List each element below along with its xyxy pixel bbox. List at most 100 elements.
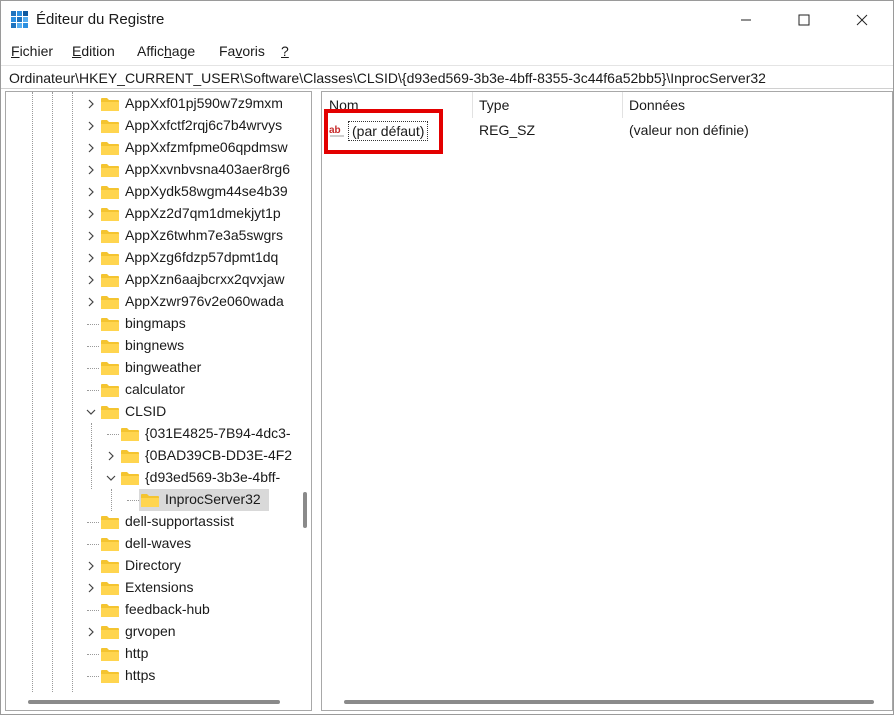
- chevron-right-icon[interactable]: [84, 115, 98, 137]
- tree-item[interactable]: AppXz2d7qm1dmekjyt1p: [6, 203, 306, 225]
- chevron-right-icon[interactable]: [84, 291, 98, 313]
- folder-icon: [101, 559, 119, 573]
- values-horizontal-scroll-thumb[interactable]: [344, 700, 874, 704]
- tree-item[interactable]: AppXz6twhm7e3a5swgrs: [6, 225, 306, 247]
- chevron-right-icon[interactable]: [84, 181, 98, 203]
- folder-icon: [101, 229, 119, 243]
- title-bar[interactable]: Éditeur du Registre: [1, 1, 893, 39]
- chevron-right-icon[interactable]: [84, 203, 98, 225]
- tree-item[interactable]: AppXzwr976v2e060wada: [6, 291, 306, 313]
- tree-item[interactable]: https: [6, 665, 306, 687]
- highlight-box: [324, 109, 443, 154]
- chevron-right-icon[interactable]: [84, 269, 98, 291]
- folder-icon: [101, 361, 119, 375]
- tree-item[interactable]: dell-supportassist: [6, 511, 306, 533]
- tree-item-label: AppXzg6fdzp57dpmt1dq: [125, 249, 279, 265]
- folder-icon: [101, 185, 119, 199]
- tree-item[interactable]: AppXxfzmfpme06qpdmsw: [6, 137, 306, 159]
- chevron-right-icon[interactable]: [84, 577, 98, 599]
- tree-item-label: Extensions: [125, 579, 194, 595]
- maximize-button[interactable]: [775, 1, 833, 39]
- address-path: Ordinateur\HKEY_CURRENT_USER\Software\Cl…: [9, 70, 766, 86]
- tree-guide-line: [111, 489, 112, 511]
- tree-item-label: AppXzwr976v2e060wada: [125, 293, 284, 309]
- tree-item[interactable]: bingweather: [6, 357, 306, 379]
- chevron-right-icon[interactable]: [84, 621, 98, 643]
- chevron-down-icon[interactable]: [84, 401, 98, 423]
- registry-editor-window: Éditeur du Registre Fichier Edition Affi…: [0, 0, 894, 715]
- folder-icon: [101, 581, 119, 595]
- chevron-right-icon[interactable]: [84, 93, 98, 115]
- tree-item-label: dell-waves: [125, 535, 192, 551]
- tree-item[interactable]: AppXzg6fdzp57dpmt1dq: [6, 247, 306, 269]
- tree-horizontal-scrollbar[interactable]: [6, 695, 299, 709]
- values-horizontal-scrollbar[interactable]: [322, 695, 892, 709]
- tree-item[interactable]: {d93ed569-3b3e-4bff-: [6, 467, 306, 489]
- tree-item-label: {d93ed569-3b3e-4bff-: [145, 469, 281, 485]
- tree-item[interactable]: AppXzn6aajbcrxx2qvxjaw: [6, 269, 306, 291]
- tree-item[interactable]: dell-waves: [6, 533, 306, 555]
- values-pane[interactable]: Nom Type Données ab (par défaut) REG_SZ …: [321, 91, 893, 711]
- column-separator[interactable]: [472, 92, 473, 118]
- tree-item[interactable]: InprocServer32: [6, 489, 306, 511]
- tree-guide-line: [87, 522, 99, 523]
- folder-icon: [101, 603, 119, 617]
- tree-item-label: AppXydk58wgm44se4b39: [125, 183, 288, 199]
- column-header-type[interactable]: Type: [479, 97, 509, 113]
- tree-item[interactable]: calculator: [6, 379, 306, 401]
- tree-item[interactable]: AppXxf01pj590w7z9mxm: [6, 93, 306, 115]
- menu-favoris[interactable]: Favoris: [219, 43, 265, 59]
- chevron-right-icon[interactable]: [84, 247, 98, 269]
- tree-item-label: Directory: [125, 557, 182, 573]
- chevron-right-icon[interactable]: [104, 445, 118, 467]
- chevron-right-icon[interactable]: [84, 137, 98, 159]
- chevron-down-icon[interactable]: [104, 467, 118, 489]
- folder-icon: [121, 471, 139, 485]
- tree-horizontal-scroll-thumb[interactable]: [28, 700, 280, 704]
- tree-item-label: AppXzn6aajbcrxx2qvxjaw: [125, 271, 285, 287]
- tree-item[interactable]: {031E4825-7B94-4dc3-: [6, 423, 306, 445]
- column-header-data[interactable]: Données: [629, 97, 685, 113]
- tree-item[interactable]: Directory: [6, 555, 306, 577]
- menu-help[interactable]: ?: [281, 43, 289, 59]
- tree-item[interactable]: Extensions: [6, 577, 306, 599]
- tree-guide-line: [87, 346, 99, 347]
- tree-guide-line: [127, 500, 139, 501]
- folder-icon: [121, 427, 139, 441]
- tree-vertical-scrollbar[interactable]: [299, 92, 311, 692]
- chevron-right-icon[interactable]: [84, 225, 98, 247]
- tree-item[interactable]: AppXxvnbvsna403aer8rg6: [6, 159, 306, 181]
- tree-item[interactable]: bingmaps: [6, 313, 306, 335]
- tree-item-label: http: [125, 645, 149, 661]
- value-type: REG_SZ: [479, 122, 536, 138]
- folder-icon: [101, 207, 119, 221]
- tree-item[interactable]: bingnews: [6, 335, 306, 357]
- menu-affichage[interactable]: Affichage: [137, 43, 195, 59]
- tree-item[interactable]: AppXydk58wgm44se4b39: [6, 181, 306, 203]
- minimize-button[interactable]: [717, 1, 775, 39]
- address-bar[interactable]: Ordinateur\HKEY_CURRENT_USER\Software\Cl…: [1, 65, 893, 89]
- folder-icon: [101, 669, 119, 683]
- tree-item[interactable]: http: [6, 643, 306, 665]
- key-tree-pane[interactable]: AppXxf01pj590w7z9mxm AppXxfctf2rqj6c7b4wr…: [5, 91, 312, 711]
- tree-item[interactable]: AppXxfctf2rqj6c7b4wrvys: [6, 115, 306, 137]
- tree-item-label: bingmaps: [125, 315, 186, 331]
- chevron-right-icon[interactable]: [84, 159, 98, 181]
- folder-icon: [101, 273, 119, 287]
- tree-vertical-scroll-thumb[interactable]: [303, 492, 307, 528]
- tree-item-label: InprocServer32: [165, 491, 261, 507]
- menu-fichier[interactable]: Fichier: [11, 43, 53, 59]
- menu-edition[interactable]: Edition: [72, 43, 115, 59]
- close-button[interactable]: [833, 1, 891, 39]
- tree-item-label: bingweather: [125, 359, 202, 375]
- tree-item[interactable]: {0BAD39CB-DD3E-4F2: [6, 445, 306, 467]
- tree-item-label: {0BAD39CB-DD3E-4F2: [145, 447, 293, 463]
- value-data: (valeur non définie): [629, 122, 749, 138]
- tree-guide-line: [87, 544, 99, 545]
- column-separator[interactable]: [622, 92, 623, 118]
- chevron-right-icon[interactable]: [84, 555, 98, 577]
- tree-item[interactable]: feedback-hub: [6, 599, 306, 621]
- tree-item[interactable]: CLSID: [6, 401, 306, 423]
- tree-item-label: AppXxfctf2rqj6c7b4wrvys: [125, 117, 283, 133]
- tree-item[interactable]: grvopen: [6, 621, 306, 643]
